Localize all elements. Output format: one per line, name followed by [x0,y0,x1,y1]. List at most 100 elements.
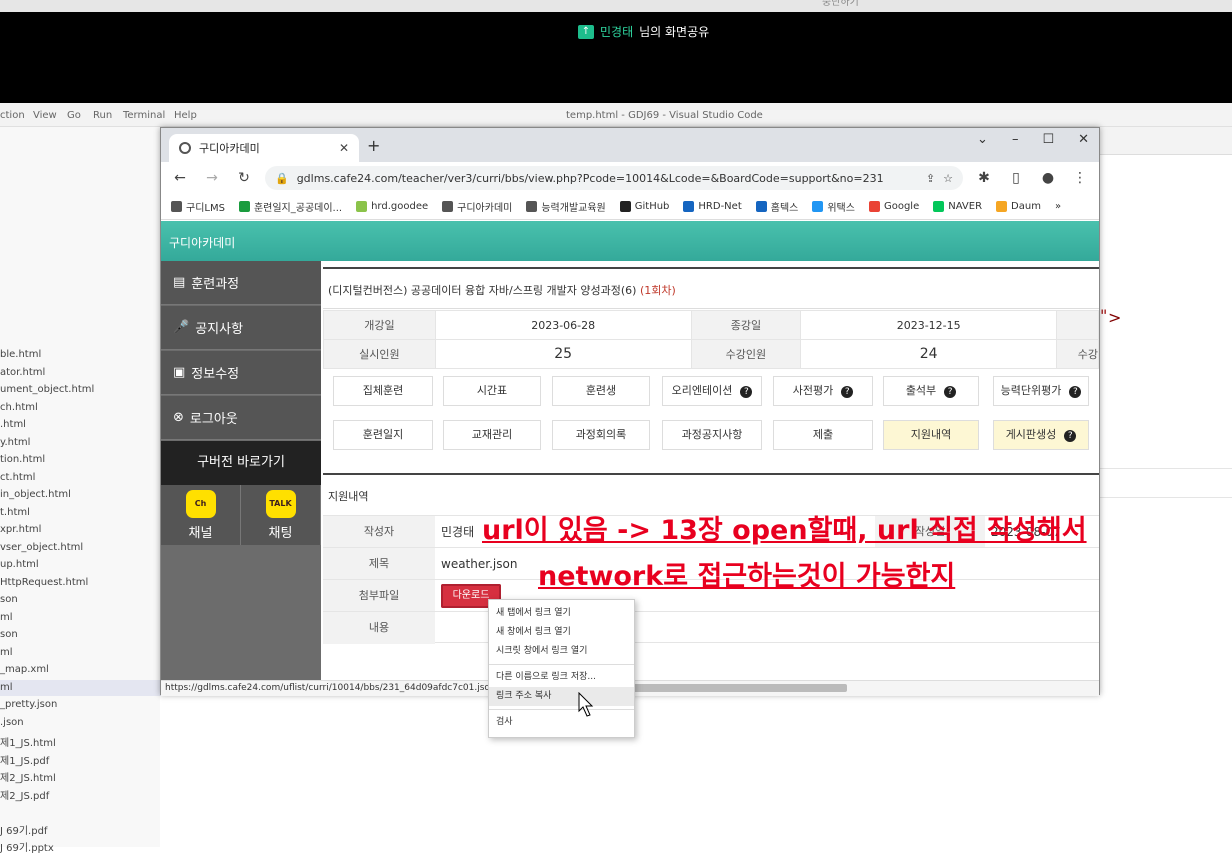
address-bar[interactable]: 🔒 gdlms.cafe24.com/teacher/ver3/curri/bb… [265,166,963,190]
close-window-icon[interactable]: ✕ [1078,132,1089,147]
side-item-notice[interactable]: 🎤 공지사항 [161,306,321,350]
bookmark-favicon-icon [933,201,945,212]
bookmark-item[interactable]: 구디아카데미 [442,199,512,214]
explorer-file[interactable]: t.html [0,507,30,518]
course-menu-button[interactable]: 지원내역 [883,420,979,450]
explorer-file[interactable]: 제1_JS.html [0,734,56,749]
explorer-file[interactable]: _pretty.json [0,699,57,710]
new-tab-icon[interactable]: + [367,136,380,155]
bookmark-item[interactable]: GitHub [619,201,669,212]
ctx-open-new-window[interactable]: 새 창에서 링크 열기 [489,623,634,642]
forward-icon[interactable]: → [201,170,223,186]
explorer-file[interactable]: ct.html [0,472,35,483]
course-menu-button[interactable]: 과정회의록 [552,420,650,450]
menu-terminal[interactable]: Terminal [123,110,165,121]
help-icon[interactable]: ? [944,386,957,398]
explorer-file[interactable]: vser_object.html [0,542,83,553]
explorer-file[interactable]: HttpRequest.html [0,577,88,588]
reload-icon[interactable]: ↻ [233,170,255,186]
explorer-file[interactable]: ml [0,682,13,693]
explorer-file[interactable]: in_object.html [0,489,71,500]
ctx-inspect[interactable]: 검사 [489,713,634,732]
code-angle: > [1108,308,1122,327]
explorer-file[interactable]: .json [0,717,24,728]
course-menu-button[interactable]: 출석부? [883,376,979,406]
maximize-icon[interactable]: ☐ [1042,132,1054,147]
kakao-chat-link[interactable]: TALK 채팅 [241,485,321,545]
profile-icon[interactable]: ● [1037,170,1059,186]
more-bookmarks-icon[interactable]: » [1055,201,1061,212]
browser-tab[interactable]: 구디아카데미 ✕ [169,134,359,162]
site-header[interactable]: 구디아카데미 [161,221,1099,261]
side-item-course[interactable]: ▤ 훈련과정 [161,261,321,305]
back-icon[interactable]: ← [169,170,191,186]
stop-share-hint[interactable]: 중단하기 [822,0,859,8]
side-item-logout[interactable]: ⊗ 로그아웃 [161,396,321,440]
share-page-icon[interactable]: ⇪ [926,172,935,185]
course-menu-button[interactable]: 시간표 [443,376,541,406]
course-menu-button[interactable]: 오리엔테이션? [662,376,762,406]
explorer-file[interactable]: 제2_JS.pdf [0,787,49,802]
explorer-file[interactable]: son [0,594,18,605]
close-tab-icon[interactable]: ✕ [339,141,349,155]
ctx-copy-link-address[interactable]: 링크 주소 복사 [489,687,634,706]
menu-help[interactable]: Help [174,110,197,121]
course-menu-button[interactable]: 게시판생성? [993,420,1089,450]
explorer-file[interactable]: ble.html [0,349,41,360]
ctx-open-new-tab[interactable]: 새 탭에서 링크 열기 [489,604,634,623]
course-menu-button[interactable]: 사전평가? [773,376,873,406]
bookmark-item[interactable]: 훈련일지_공공데이... [238,199,342,214]
bookmark-item[interactable]: NAVER [933,201,982,212]
explorer-file[interactable]: up.html [0,559,39,570]
explorer-file[interactable]: xpr.html [0,524,41,535]
bookmark-item[interactable]: 위택스 [812,199,855,214]
explorer-file[interactable]: tion.html [0,454,45,465]
help-icon[interactable]: ? [740,386,753,398]
old-version-link[interactable]: 구버전 바로가기 [161,441,321,485]
explorer-file[interactable]: J 69기.pdf [0,822,47,837]
bookmark-item[interactable]: 홈텍스 [755,199,798,214]
explorer-file[interactable]: _map.xml [0,664,49,675]
help-icon[interactable]: ? [841,386,854,398]
menu-view[interactable]: View [33,110,57,121]
help-icon[interactable]: ? [1064,430,1077,442]
help-icon[interactable]: ? [1069,386,1082,398]
explorer-file[interactable]: y.html [0,437,30,448]
explorer-file[interactable]: ch.html [0,402,38,413]
bookmark-item[interactable]: Google [868,201,919,212]
course-menu-button[interactable]: 훈련생 [552,376,650,406]
explorer-file[interactable]: ator.html [0,367,45,378]
course-menu-button[interactable]: 능력단위평가? [993,376,1089,406]
explorer-file[interactable]: 제2_JS.html [0,769,56,784]
explorer-file[interactable]: .html [0,419,26,430]
kakao-channel-link[interactable]: Ch 채널 [161,485,241,545]
bookmark-item[interactable]: HRD-Net [683,201,742,212]
bookmark-item[interactable]: Daum [996,201,1041,212]
bookmark-item[interactable]: 능력개발교육원 [526,199,606,214]
explorer-file[interactable]: 제1_JS.pdf [0,752,49,767]
course-menu-button[interactable]: 과정공지사항 [662,420,762,450]
side-item-profile[interactable]: ▣ 정보수정 [161,351,321,395]
explorer-file[interactable]: ml [0,612,13,623]
bookmark-item[interactable]: 구디LMS [171,199,225,214]
course-menu-label: 출석부 [905,384,937,397]
minimize-icon[interactable]: – [1012,132,1019,147]
course-menu-button[interactable]: 교재관리 [443,420,541,450]
explorer-file[interactable]: ument_object.html [0,384,94,395]
bookmark-star-icon[interactable]: ☆ [943,172,953,185]
ctx-open-incognito[interactable]: 시크릿 창에서 링크 열기 [489,642,634,661]
bookmark-item[interactable]: hrd.goodee [356,201,428,212]
menu-run[interactable]: Run [93,110,112,121]
chrome-menu-icon[interactable]: ⋮ [1069,170,1091,186]
explorer-file[interactable]: ml [0,647,13,658]
course-menu-button[interactable]: 제출 [773,420,873,450]
menu-selection[interactable]: ction [0,110,25,121]
course-menu-button[interactable]: 집체훈련 [333,376,433,406]
ctx-save-link-as[interactable]: 다른 이름으로 링크 저장... [489,668,634,687]
course-menu-button[interactable]: 훈련일지 [333,420,433,450]
menu-go[interactable]: Go [67,110,81,121]
side-panel-icon[interactable]: ▯ [1005,170,1027,186]
explorer-file[interactable]: son [0,629,18,640]
extensions-icon[interactable]: ✱ [973,170,995,186]
tab-search-icon[interactable]: ⌄ [977,132,988,147]
